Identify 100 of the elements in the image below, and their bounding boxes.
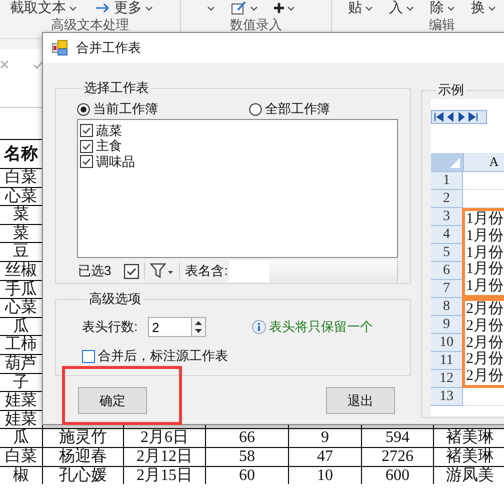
field-label: 表头行数:	[82, 318, 139, 336]
caret-icon	[207, 6, 215, 10]
arrow-icon	[95, 3, 111, 13]
ribbon-menu-button[interactable]	[272, 3, 297, 13]
hint-text: 表头将只保留一个	[269, 318, 373, 336]
ribbon-menu-button[interactable]: 换	[469, 0, 498, 17]
table-cell: 1月份	[465, 211, 504, 228]
table-cell: 心菜	[0, 188, 42, 206]
caret-icon	[250, 6, 258, 10]
radio-button[interactable]: 全部工作簿	[249, 100, 398, 118]
table-cell: 1月份	[465, 278, 504, 295]
group-label: 示例	[437, 81, 465, 99]
ribbon-menu-button[interactable]: 更多	[93, 0, 155, 17]
table-cell: 47	[289, 448, 361, 466]
ribbon-menu-button[interactable]	[229, 1, 260, 15]
row-number: 8	[431, 298, 463, 316]
table-cell-text: 2月份	[465, 334, 504, 351]
checkbox[interactable]	[80, 140, 93, 153]
table-cell: 娃菜	[0, 410, 42, 428]
table-cell-text: 2月份	[465, 351, 504, 368]
group-label: 编辑	[428, 16, 456, 33]
table-cell: 594	[362, 429, 433, 447]
ribbon-menu-button[interactable]: 入	[387, 0, 416, 17]
table-cell: 丝椒	[0, 262, 42, 280]
checkbox[interactable]	[80, 124, 93, 138]
input-field[interactable]	[228, 260, 269, 282]
list-item[interactable]: 主食	[96, 137, 122, 156]
check-icon[interactable]	[33, 60, 44, 69]
table-cell: 白菜	[0, 169, 42, 187]
group-label: 高级选项	[88, 290, 142, 308]
checkbox-label: 合并后，标注源工作表	[98, 347, 228, 365]
caret-icon	[145, 6, 153, 10]
caret-icon	[447, 6, 455, 10]
dialog-button[interactable]: 确定	[78, 387, 147, 414]
ribbon-menu-button[interactable]: 除	[428, 0, 457, 17]
group-label: 选择工作表	[83, 79, 150, 97]
row-number: 6	[431, 262, 463, 280]
caret-icon	[287, 6, 295, 10]
filter-icon[interactable]	[150, 263, 174, 279]
row-number: 4	[431, 226, 463, 244]
navigation-arrows-icon[interactable]	[431, 110, 487, 124]
table-cell: 66	[206, 429, 288, 447]
table-cell: 2月15日	[124, 466, 205, 484]
row-number: 1	[431, 172, 463, 190]
table-cell: 2月份	[465, 368, 504, 385]
caret-icon	[365, 6, 373, 10]
table-cell: 心菜	[0, 299, 42, 317]
table-cell: 手瓜	[0, 280, 42, 298]
table-cell: 2726	[362, 448, 433, 466]
row-number: 3	[431, 208, 463, 226]
table-cell: 600	[362, 466, 433, 484]
field-label: 表名含:	[185, 262, 228, 280]
table-cell: 60	[206, 466, 288, 484]
table-cell: 菜	[0, 224, 42, 242]
table-cell: 名称	[0, 140, 42, 168]
number-field[interactable]: 2	[148, 317, 191, 337]
row-number: 9	[431, 316, 463, 334]
ribbon-menu-button[interactable]	[205, 6, 217, 10]
list-item[interactable]: 调味品	[96, 152, 135, 171]
spin-buttons[interactable]	[191, 317, 206, 337]
ribbon-menu-button[interactable]: 贴	[346, 0, 375, 17]
table-cell: 菜	[0, 206, 42, 224]
table-cell-text: 1月份	[465, 261, 504, 278]
row-number: 5	[431, 244, 463, 262]
table-cell: 58	[206, 448, 288, 466]
ribbon-menu-button[interactable]: 截取文本	[8, 0, 79, 17]
table-cell: 2月份	[465, 318, 504, 335]
table-cell: 褚美琳	[434, 429, 504, 447]
table-cell: 工柿	[0, 336, 42, 354]
caret-icon	[488, 6, 496, 10]
row-number: 10	[431, 334, 463, 352]
info-icon	[252, 320, 266, 334]
table-cell: 葫芦	[0, 354, 42, 373]
dialog-button[interactable]: 退出	[326, 387, 395, 414]
table-cell: 杨迎春	[43, 448, 123, 466]
table-cell: 1月份	[465, 228, 504, 245]
checkbox[interactable]	[80, 155, 93, 168]
checkbox[interactable]	[124, 264, 140, 278]
row-number: 11	[431, 352, 463, 370]
table-cell: 2月份	[465, 301, 504, 318]
radio-button[interactable]: 当前工作簿	[77, 100, 249, 118]
table-cell: 9	[289, 429, 361, 447]
table-cell: 施灵竹	[43, 429, 123, 447]
table-cell: 白菜	[0, 448, 42, 466]
table-cell: 豆	[0, 243, 42, 261]
window-title: 合并工作表	[76, 39, 141, 57]
table-cell: 褚美琳	[434, 448, 504, 466]
table-cell: 孔心媛	[43, 466, 123, 484]
group-label: 数值录入	[229, 16, 283, 33]
table-cell: 瓜	[0, 318, 42, 336]
group-label: 高级文本处理	[50, 16, 130, 33]
caret-icon	[406, 6, 414, 10]
list-item[interactable]: 蔬菜	[96, 122, 122, 140]
table-cell: 娃菜	[0, 392, 42, 410]
table-cell: 2月6日	[124, 429, 205, 447]
caret-icon	[69, 6, 77, 10]
row-number: 13	[431, 388, 463, 406]
plus-icon	[274, 3, 284, 13]
table-cell: 椒	[0, 466, 42, 484]
checkbox[interactable]	[82, 350, 95, 362]
